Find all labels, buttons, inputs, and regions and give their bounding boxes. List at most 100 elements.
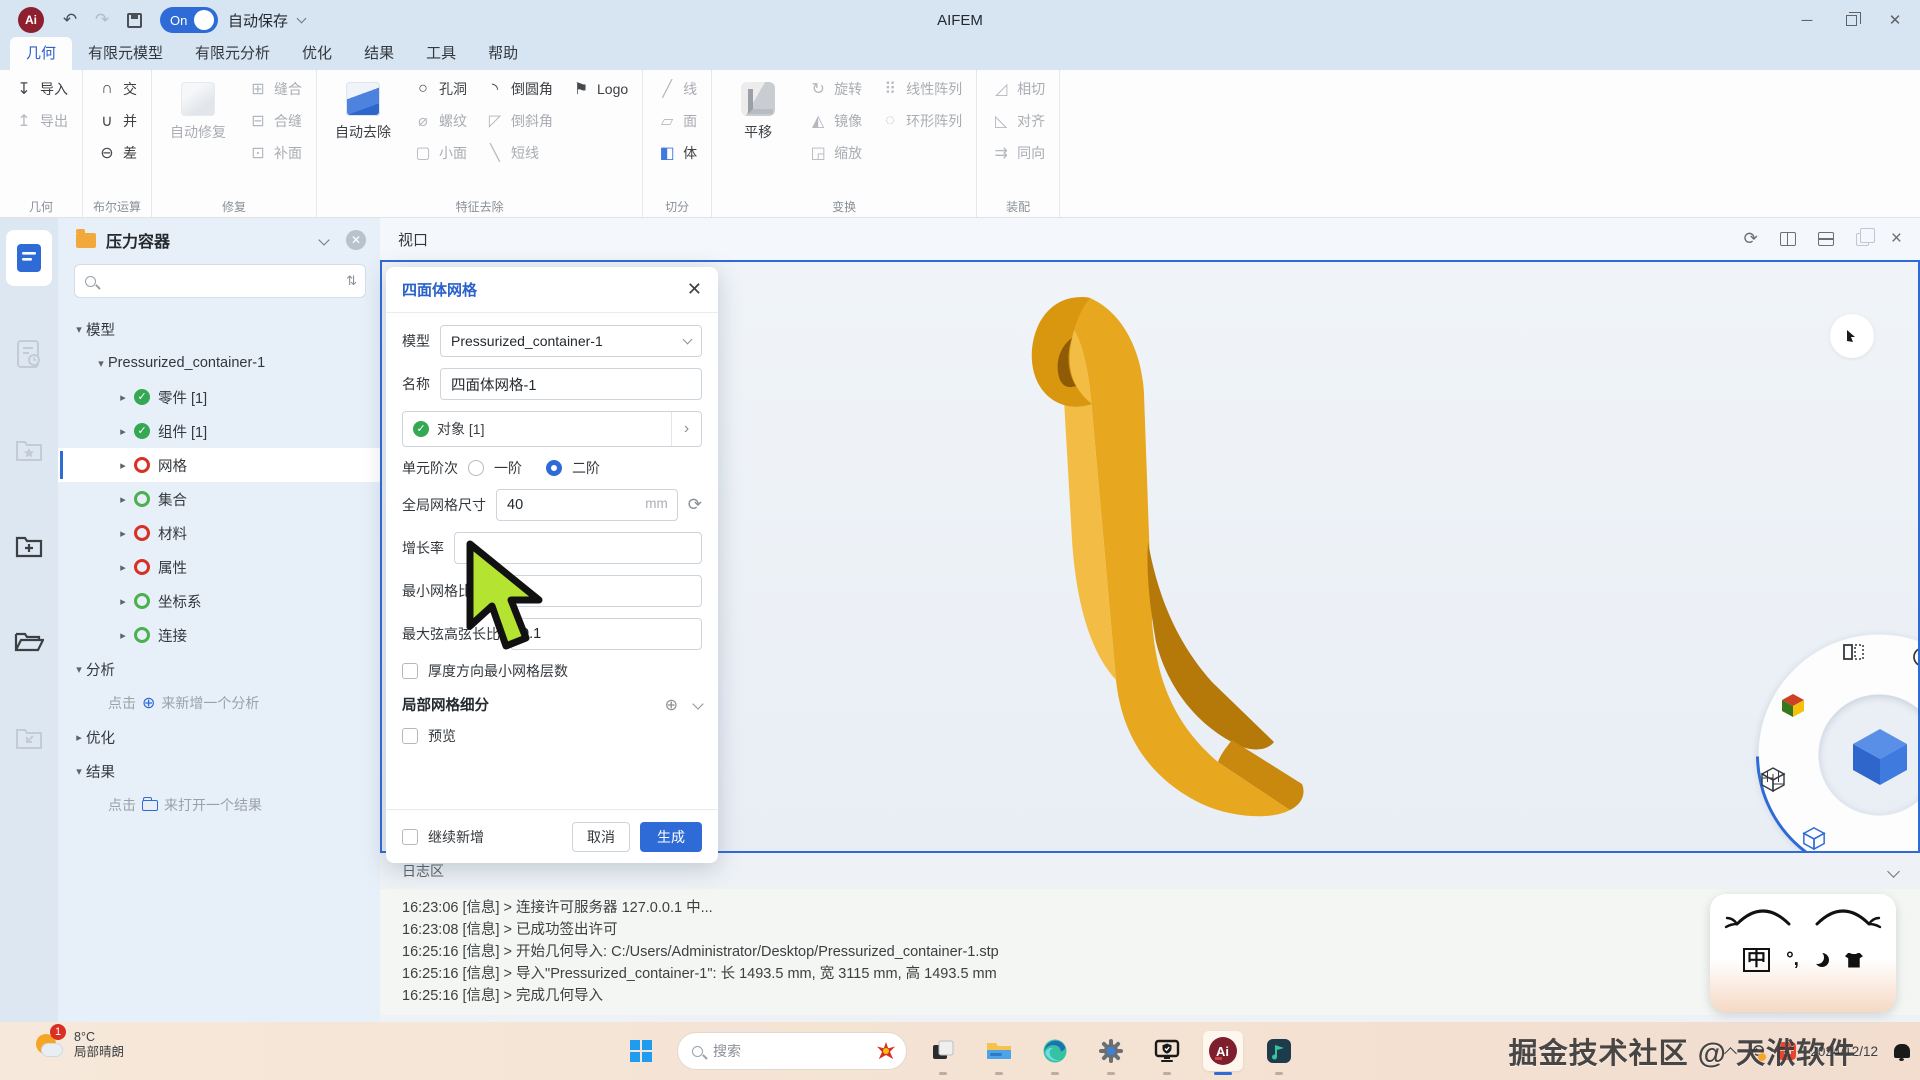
tree-expand-icon[interactable]: ▸ — [116, 595, 130, 608]
tree-expand-icon[interactable]: ▸ — [116, 561, 130, 574]
ime-punctuation-mode[interactable]: °, — [1786, 949, 1799, 971]
folder-open-icon[interactable] — [142, 800, 158, 811]
chevron-right-icon[interactable]: › — [671, 412, 701, 446]
ime-widget[interactable]: 中 °, — [1710, 894, 1896, 1012]
model-select[interactable]: Pressurized_container-1 — [440, 325, 702, 357]
hole-button[interactable]: 孔洞 — [409, 76, 471, 102]
tree-item-集合[interactable]: ▸集合 — [58, 482, 380, 516]
open-folder-icon[interactable] — [6, 614, 52, 670]
recompute-size-icon[interactable]: ⟳ — [688, 495, 702, 515]
name-field[interactable] — [440, 368, 702, 400]
tree-expand-icon[interactable]: ▸ — [116, 527, 130, 540]
start-button[interactable] — [621, 1031, 661, 1071]
project-collapse-icon[interactable] — [318, 234, 329, 245]
redo-icon[interactable]: ↷ — [88, 7, 116, 33]
model-3d-pressure-vessel[interactable] — [972, 290, 1332, 830]
recent-files-icon[interactable] — [6, 326, 52, 382]
taskbar-search-input[interactable]: 搜索 — [677, 1032, 907, 1070]
settings-button[interactable] — [1091, 1031, 1131, 1071]
log-panel[interactable]: 16:23:06 [信息] > 连接许可服务器 127.0.0.1 中...16… — [380, 889, 1920, 1015]
tree-item-网格[interactable]: ▸网格 — [58, 448, 380, 482]
section-collapse-icon[interactable] — [692, 698, 703, 709]
palette-icon[interactable] — [1912, 646, 1920, 668]
close-button[interactable]: ✕ — [1880, 7, 1910, 33]
generate-button[interactable]: 生成 — [640, 822, 702, 852]
autosave-dropdown-icon[interactable] — [297, 14, 307, 24]
tree-item-零件 [1][interactable]: ▸零件 [1] — [58, 380, 380, 414]
tab-tools[interactable]: 工具 — [410, 37, 472, 70]
auto-remove-button[interactable]: 自动去除 — [327, 76, 399, 142]
tree-item-组件 [1][interactable]: ▸组件 [1] — [58, 414, 380, 448]
tree-expand-icon[interactable]: ▸ — [116, 425, 130, 438]
mesh-view-icon[interactable] — [1760, 766, 1786, 792]
tree-item-材料[interactable]: ▸材料 — [58, 516, 380, 550]
import-folder-icon[interactable] — [6, 710, 52, 766]
tree-expand-icon[interactable]: ▸ — [116, 629, 130, 642]
viewport-tab[interactable]: 视口 — [398, 229, 428, 250]
dialog-close-icon[interactable]: ✕ — [687, 279, 702, 300]
wireframe-view-icon[interactable] — [1802, 826, 1826, 850]
viewport-close-icon[interactable]: × — [1891, 228, 1902, 250]
notification-bell-icon[interactable] — [1894, 1044, 1910, 1058]
fillet-button[interactable]: 倒圆角 — [481, 76, 557, 102]
edge-browser-button[interactable] — [1035, 1031, 1075, 1071]
autosave-toggle[interactable]: On — [160, 7, 218, 33]
new-project-folder-icon[interactable] — [6, 518, 52, 574]
logo-button[interactable]: Logo — [567, 76, 632, 102]
undo-icon[interactable]: ↶ — [56, 7, 84, 33]
minimize-button[interactable]: ─ — [1792, 7, 1822, 33]
tree-expand-icon[interactable]: ▸ — [116, 391, 130, 404]
expand-collapse-icon[interactable]: ⇅ — [346, 273, 357, 289]
tree-expand-icon[interactable]: ▾ — [72, 323, 86, 336]
tree-item-连接[interactable]: ▸连接 — [58, 618, 380, 652]
ime-chinese-mode[interactable]: 中 — [1743, 948, 1770, 972]
project-close-icon[interactable]: ✕ — [346, 230, 366, 250]
shaded-view-icon[interactable] — [1780, 692, 1806, 718]
continue-add-checkbox[interactable] — [402, 829, 418, 845]
cancel-button[interactable]: 取消 — [572, 822, 630, 852]
tab-geometry[interactable]: 几何 — [10, 37, 72, 70]
plus-circle-icon[interactable]: ⊕ — [142, 693, 155, 713]
thickness-layers-checkbox[interactable] — [402, 663, 418, 679]
ime-moon-icon[interactable] — [1815, 953, 1829, 967]
security-app-button[interactable] — [1147, 1031, 1187, 1071]
tree-item-分析[interactable]: ▾分析 — [58, 652, 380, 686]
split-horizontal-icon[interactable] — [1818, 232, 1834, 246]
split-body-button[interactable]: 体 — [653, 140, 701, 166]
tree-item-优化[interactable]: ▸优化 — [58, 720, 380, 754]
tree-expand-icon[interactable]: ▾ — [94, 357, 108, 370]
tree-item-模型[interactable]: ▾模型 — [58, 312, 380, 346]
tree-hint-plus-circle[interactable]: 点击⊕来新增一个分析 — [58, 686, 380, 720]
first-order-radio[interactable] — [468, 460, 484, 476]
add-refinement-icon[interactable]: ⊕ — [665, 695, 678, 715]
view-cube[interactable] — [1847, 723, 1913, 789]
tree-expand-icon[interactable]: ▸ — [116, 493, 130, 506]
preview-checkbox[interactable] — [402, 728, 418, 744]
tree-hint-folder-open[interactable]: 点击来打开一个结果 — [58, 788, 380, 822]
tab-results[interactable]: 结果 — [348, 37, 410, 70]
save-icon[interactable] — [120, 7, 148, 33]
intersect-button[interactable]: 交 — [93, 76, 141, 102]
favorites-folder-icon[interactable] — [6, 422, 52, 478]
tree-search-input[interactable]: ⇅ — [74, 264, 366, 298]
translate-button[interactable]: 平移 — [722, 76, 794, 142]
filmora-app-button[interactable] — [1259, 1031, 1299, 1071]
object-selection-chip[interactable]: 对象 [1] › — [402, 411, 702, 447]
restore-button[interactable] — [1836, 7, 1866, 33]
tree-item-Pressurized_container-1[interactable]: ▾Pressurized_container-1 — [58, 346, 380, 380]
tab-fe-model[interactable]: 有限元模型 — [72, 37, 179, 70]
task-view-button[interactable] — [923, 1031, 963, 1071]
log-collapse-icon[interactable] — [1887, 865, 1900, 878]
aifem-app-button[interactable]: Ai — [1203, 1031, 1243, 1071]
tab-help[interactable]: 帮助 — [472, 37, 534, 70]
tree-expand-icon[interactable]: ▸ — [116, 459, 130, 472]
viewport-refresh-icon[interactable]: ⟳ — [1744, 229, 1758, 249]
union-button[interactable]: 并 — [93, 108, 141, 134]
split-vertical-icon[interactable] — [1780, 232, 1796, 246]
tab-fe-analysis[interactable]: 有限元分析 — [179, 37, 286, 70]
ime-skin-icon[interactable] — [1845, 953, 1863, 968]
view-wheel[interactable] — [1754, 630, 1920, 853]
tree-expand-icon[interactable]: ▾ — [72, 663, 86, 676]
import-button[interactable]: 导入 — [10, 76, 72, 102]
tree-item-坐标系[interactable]: ▸坐标系 — [58, 584, 380, 618]
